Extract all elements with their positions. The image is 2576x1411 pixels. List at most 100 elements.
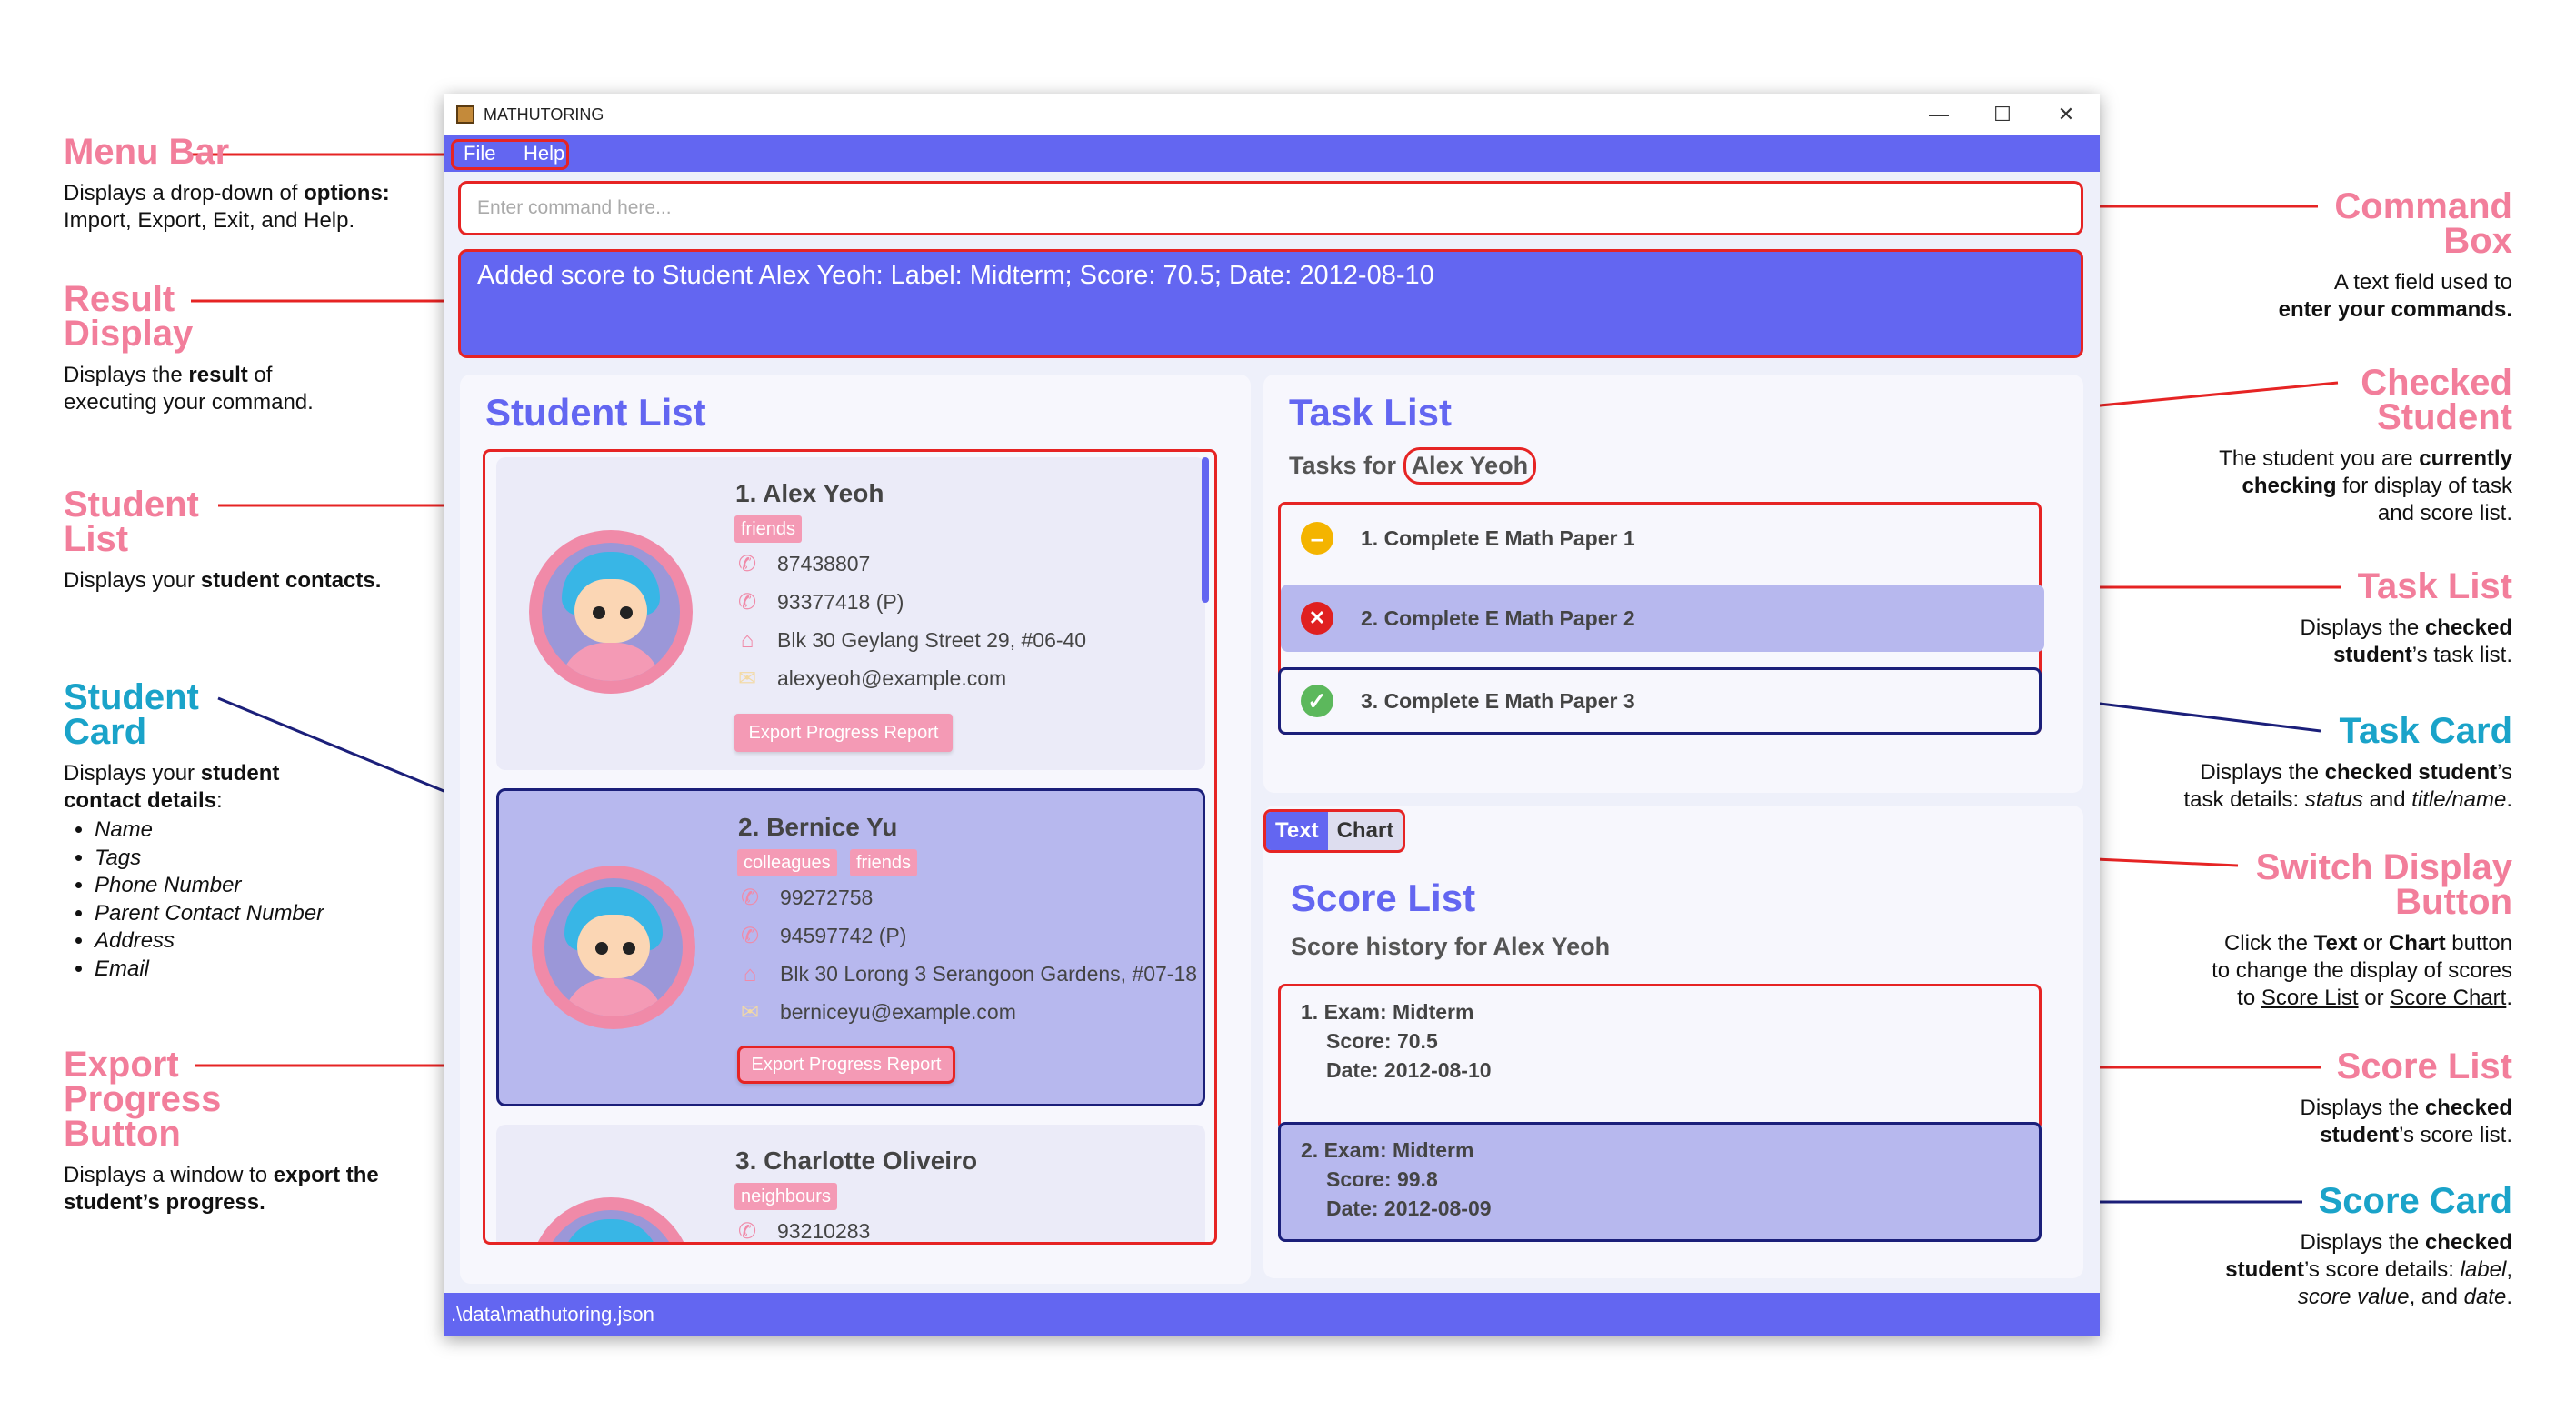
annotation-desc: Displays the result of executing your co… [64,363,314,415]
task-title: 3. Complete E Math Paper 3 [1361,688,1635,713]
task-list-subtitle: Tasks for Alex Yeoh [1289,447,1537,485]
home-icon: ⌂ [740,627,754,653]
app-icon [456,105,474,124]
close-button[interactable]: ✕ [2034,94,2098,135]
in-progress-icon: – [1301,522,1333,555]
display-toggle: Text Chart [1263,809,1406,853]
annotation-task-card: Task Card Displays the checked student’s… [2183,713,2512,814]
annotation-desc: Displays a window to export the student’… [64,1163,379,1215]
text-view-button[interactable]: Text [1266,812,1328,850]
avatar [532,866,695,1029]
annotation-title: Student Card [64,677,199,752]
tag-badge: colleagues [737,849,837,876]
home-icon: ⌂ [743,961,757,986]
student-name: 3. Charlotte Oliveiro [735,1146,978,1175]
list-item: Name [95,816,324,845]
student-list-scrollbar[interactable] [1202,457,1209,603]
annotation-title: Task List [2357,566,2512,606]
student-name: 1. Alex Yeoh [735,479,884,507]
phone-icon: ✆ [737,552,757,576]
status-bar: .\data\mathutoring.json [444,1293,2100,1336]
phone-row: ✆ 87438807 [735,552,870,576]
annotation-desc: Displays your student contact details: N… [64,760,324,983]
annotation-desc: A text field used to enter your commands… [2278,270,2512,322]
student-card-selected[interactable]: 2. Bernice Yu colleagues friends ✆ 992727… [496,788,1205,1106]
address-row: ⌂ Blk 30 Geylang Street 29, #06-40 [735,628,1086,653]
app-window: MATHUTORING — ☐ ✕ File Help Added score … [444,94,2100,1336]
annotation-menu-bar: Menu Bar Displays a drop-down of options… [64,134,390,235]
parent-phone-row: ✆ 93377418 (P) [735,590,904,615]
task-card[interactable]: – 1. Complete E Math Paper 1 [1281,505,2044,572]
annotation-switch-button: Switch Display Button Click the Text or … [2212,847,2512,1012]
list-item: Tags [95,845,324,873]
score-card[interactable]: 1. Exam: Midterm Score: 70.5 Date: 2012-… [1281,986,2044,1126]
annotation-task-list: Task List Displays the checked student’s… [2300,566,2512,669]
annotation-command-box: Command Box A text field used to enter y… [2278,188,2512,324]
student-list-title: Student List [485,391,706,434]
phone-icon: ✆ [737,590,757,615]
annotation-desc: Displays your student contacts. [64,568,382,593]
phone-icon: ✆ [740,924,760,948]
annotation-desc: Displays the checked student’s score lis… [2300,1096,2512,1147]
annotation-desc: Displays the checked student’s score det… [2225,1230,2512,1309]
parent-phone-row: ✆ 94597742 (P) [738,924,906,948]
annotation-title: Student List [64,485,199,559]
export-progress-button[interactable]: Export Progress Report [737,1046,955,1084]
command-input[interactable] [461,184,2081,233]
annotation-title: Switch Display Button [2255,847,2512,922]
score-card-highlight[interactable]: 2. Exam: Midterm Score: 99.8 Date: 2012-… [1278,1122,2042,1242]
phone-row: ✆ 93210283 [735,1219,870,1244]
task-card-highlight[interactable]: ✓ 3. Complete E Math Paper 3 [1278,667,2042,735]
minimize-button[interactable]: — [1907,94,1971,135]
annotation-student-card: Student Card Displays your student conta… [64,677,324,983]
tag-badge: neighbours [734,1183,837,1210]
task-list-panel: Task List Tasks for Alex Yeoh – 1. Compl… [1263,375,2083,793]
student-card[interactable]: 1. Alex Yeoh friends ✆ 87438807 ✆ 93377418… [496,457,1205,770]
tag-badge: friends [850,849,918,876]
cross-icon: ✕ [1301,602,1333,635]
annotation-checked-student: Checked Student The student you are curr… [2219,365,2512,527]
annotation-score-card: Score Card Displays the checked student’… [2225,1181,2512,1311]
annotation-title: Score Card [2318,1181,2512,1221]
window-title: MATHUTORING [484,105,604,124]
export-progress-button[interactable]: Export Progress Report [734,714,953,752]
maximize-button[interactable]: ☐ [1971,94,2034,135]
score-list-title: Score List [1291,876,1476,919]
envelope-icon: ✉ [737,666,757,691]
score-list-panel: Text Chart Score List Score history for … [1263,806,2083,1278]
score-list: 1. Exam: Midterm Score: 70.5 Date: 2012-… [1278,984,2042,1131]
annotation-student-list: Student List Displays your student conta… [64,485,382,595]
tag-badge: friends [734,515,803,543]
student-card[interactable]: 3. Charlotte Oliveiro neighbours ✆ 932102… [496,1125,1205,1244]
avatar [529,530,693,694]
score-list-subtitle: Score history for Alex Yeoh [1291,933,1611,960]
student-list[interactable]: 1. Alex Yeoh friends ✆ 87438807 ✆ 93377418… [483,449,1217,1245]
annotation-title: Result Display [64,279,194,354]
annotation-desc: Displays a drop-down of options: Import,… [64,181,390,233]
annotation-title: Score List [2336,1046,2512,1086]
list-item: Address [95,927,324,956]
annotation-title: Export Progress Button [64,1045,222,1154]
chart-view-button[interactable]: Chart [1328,812,1403,850]
task-list-title: Task List [1289,391,1452,434]
annotation-desc: Displays the checked student’s task list… [2300,615,2512,667]
envelope-icon: ✉ [740,1000,760,1025]
task-title: 1. Complete E Math Paper 1 [1361,525,1635,550]
phone-row: ✆ 99272758 [738,886,873,910]
annotation-desc: Click the Text or Chart button to change… [2212,931,2512,1010]
annotation-desc: Displays the checked student’s task deta… [2183,760,2512,812]
task-card[interactable]: ✕ 2. Complete E Math Paper 2 [1281,585,2044,652]
menu-highlight [451,139,569,170]
annotation-title: Checked Student [2361,363,2512,437]
annotation-export-button: Export Progress Button Displays a window… [64,1045,379,1216]
avatar [529,1197,693,1242]
menu-bar: File Help [444,135,2100,172]
task-title: 2. Complete E Math Paper 2 [1361,605,1635,630]
list-item: Phone Number [95,872,324,900]
email-row: ✉ alexyeoh@example.com [735,666,1006,691]
email-row: ✉ berniceyu@example.com [738,1000,1016,1025]
title-bar: MATHUTORING — ☐ ✕ [444,94,2100,135]
phone-icon: ✆ [740,886,760,910]
annotation-result-display: Result Display Displays the result of ex… [64,279,314,416]
phone-icon: ✆ [737,1219,757,1244]
